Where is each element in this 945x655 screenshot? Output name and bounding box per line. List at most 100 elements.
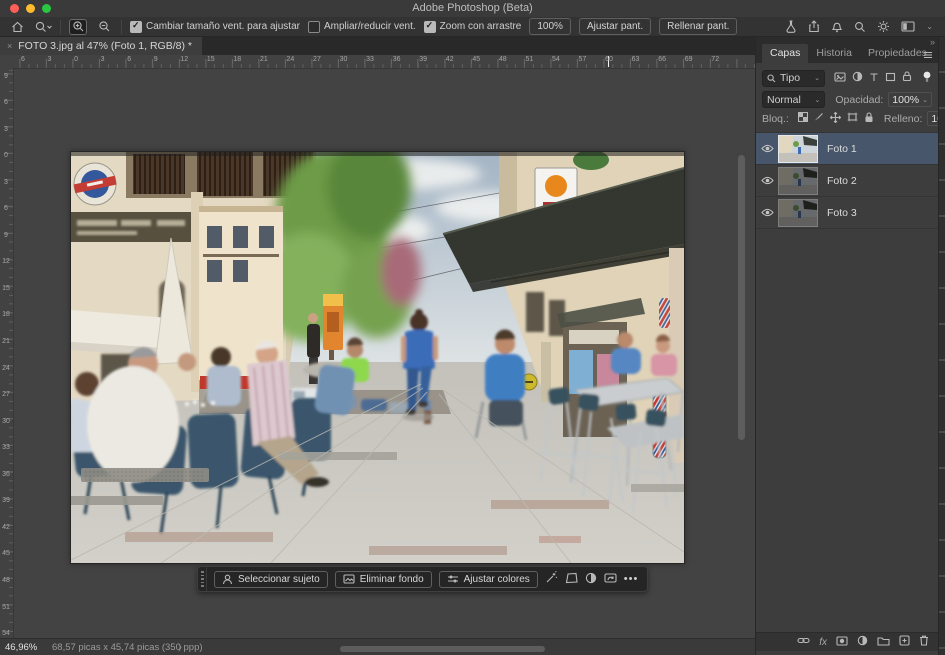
magic-wand-icon[interactable] <box>545 571 558 587</box>
layers-panel-footer: fx <box>756 632 938 651</box>
layer-row[interactable]: Foto 3 <box>756 197 938 229</box>
remove-background-label: Eliminar fondo <box>360 574 424 585</box>
filter-icons <box>834 71 912 85</box>
zoom-out-tool[interactable] <box>95 19 113 35</box>
more-options-icon[interactable]: ••• <box>624 573 639 585</box>
new-adjustment-layer-icon[interactable] <box>857 635 868 649</box>
add-mask-icon[interactable] <box>836 636 848 649</box>
chevron-down-icon: ⌄ <box>814 74 820 82</box>
home-icon[interactable] <box>8 19 26 35</box>
status-zoom-level[interactable]: 46,96% <box>5 642 37 653</box>
scrubby-zoom-checkbox[interactable]: Zoom con arrastre <box>424 21 522 33</box>
replace-image-icon[interactable] <box>604 572 617 587</box>
layer-thumbnail[interactable] <box>778 199 818 227</box>
search-icon <box>767 74 776 83</box>
divider <box>60 20 61 34</box>
layer-visibility-eye-icon[interactable] <box>756 176 778 185</box>
link-layers-icon[interactable] <box>797 636 810 648</box>
resize-window-checkbox[interactable]: Cambiar tamaño vent. para ajustar <box>130 21 300 33</box>
opacity-field[interactable]: 100% ⌄ <box>888 92 932 107</box>
options-bar: Cambiar tamaño vent. para ajustar Amplia… <box>0 17 945 37</box>
divider <box>121 20 122 34</box>
photo-canvas[interactable] <box>70 151 685 564</box>
panel-menu-icon[interactable] <box>923 50 933 62</box>
layer-visibility-eye-icon[interactable] <box>756 208 778 217</box>
layer-visibility-eye-icon[interactable] <box>756 144 778 153</box>
document-tab-title: FOTO 3.jpg al 47% (Foto 1, RGB/8) * <box>18 40 192 52</box>
document-tab-strip: × FOTO 3.jpg al 47% (Foto 1, RGB/8) * <box>0 37 755 55</box>
new-layer-icon[interactable] <box>899 635 910 649</box>
photoshop-window: Adobe Photoshop (Beta) Cambiar tamaño ve… <box>0 0 945 655</box>
opacity-value: 100% <box>892 94 919 106</box>
search-icon[interactable] <box>854 21 866 33</box>
discover-lightbulb-icon[interactable] <box>877 20 890 33</box>
canvas-workspace: 6303691215182124273033363942454851545760… <box>0 55 755 655</box>
tab-capas[interactable]: Capas <box>762 44 808 63</box>
filter-adjustment-layers-icon[interactable] <box>852 71 863 85</box>
lock-paint-icon[interactable] <box>814 112 824 125</box>
notifications-bell-icon[interactable] <box>831 20 843 33</box>
lock-artboard-icon[interactable] <box>847 112 858 125</box>
lock-position-icon[interactable] <box>830 112 841 126</box>
fit-screen-button[interactable]: Ajustar pant. <box>579 18 651 35</box>
adjustment-icon[interactable] <box>585 572 597 587</box>
adjust-colors-button[interactable]: Ajustar colores <box>439 571 538 588</box>
layer-thumbnail[interactable] <box>778 167 818 195</box>
lock-all-icon[interactable] <box>864 112 874 126</box>
zoom-in-tool[interactable] <box>69 19 87 35</box>
opacity-label: Opacidad: <box>835 94 883 106</box>
filter-shape-layers-icon[interactable] <box>885 72 896 85</box>
fill-screen-button[interactable]: Rellenar pant. <box>659 18 737 35</box>
zoom-100-button[interactable]: 100% <box>529 18 571 35</box>
document-tab[interactable]: × FOTO 3.jpg al 47% (Foto 1, RGB/8) * <box>0 37 202 55</box>
layers-list: Foto 1 Foto 2 <box>756 132 938 229</box>
ruler-vertical: 9630369121518212427303336394245485154 <box>0 68 14 638</box>
checkbox-box <box>130 21 142 33</box>
zoom-all-windows-checkbox[interactable]: Ampliar/reducir vent. <box>308 21 416 33</box>
blend-mode-dropdown[interactable]: Normal ⌄ <box>762 91 825 108</box>
layer-row[interactable]: Foto 2 <box>756 165 938 197</box>
collapsed-panel-dock[interactable] <box>938 37 945 655</box>
new-group-folder-icon[interactable] <box>877 636 890 649</box>
chevron-down-icon: ⌄ <box>922 96 928 104</box>
chevron-down-icon[interactable]: ⌄ <box>926 22 933 31</box>
layer-name[interactable]: Foto 2 <box>827 175 857 187</box>
close-tab-icon[interactable]: × <box>7 41 12 51</box>
layer-row[interactable]: Foto 1 <box>756 133 938 165</box>
person-icon <box>222 574 233 585</box>
layer-effects-icon[interactable]: fx <box>819 637 827 648</box>
layer-thumbnail[interactable] <box>778 135 818 163</box>
horizontal-scrollbar[interactable] <box>340 646 545 652</box>
vertical-scrollbar[interactable] <box>738 155 745 440</box>
delete-layer-trash-icon[interactable] <box>919 635 929 649</box>
lock-icons <box>798 112 874 126</box>
taskbar-drag-handle[interactable] <box>198 567 207 591</box>
select-subject-button[interactable]: Seleccionar sujeto <box>214 571 328 588</box>
filter-type-label: Tipo <box>780 72 800 84</box>
beta-flask-icon[interactable] <box>785 20 797 33</box>
tab-historia[interactable]: Historia <box>808 44 860 63</box>
filter-toggle[interactable] <box>922 71 932 86</box>
title-bar: Adobe Photoshop (Beta) <box>0 0 945 18</box>
transform-icon[interactable] <box>565 572 578 587</box>
search-tool-icon[interactable] <box>34 19 52 35</box>
filter-type-layers-icon[interactable] <box>869 72 879 85</box>
filter-smart-object-icon[interactable] <box>902 71 912 85</box>
ruler-horizontal: 6303691215182124273033363942454851545760… <box>13 55 755 69</box>
lock-label: Bloq.: <box>762 113 789 125</box>
status-chevron-icon[interactable]: 〉 <box>178 642 187 654</box>
filter-pixel-layers-icon[interactable] <box>834 72 846 85</box>
layer-filter-row: Tipo ⌄ <box>756 63 938 90</box>
layer-name[interactable]: Foto 3 <box>827 207 857 219</box>
panel-tab-bar: » Capas Historia Propiedades <box>756 37 938 63</box>
checkbox-label: Zoom con arrastre <box>440 21 522 32</box>
workspace-switcher-icon[interactable] <box>901 21 915 32</box>
ruler-origin-box[interactable] <box>0 55 14 69</box>
options-right-icons: ⌄ <box>785 20 937 33</box>
layer-name[interactable]: Foto 1 <box>827 143 857 155</box>
share-icon[interactable] <box>808 20 820 33</box>
checkbox-box <box>308 21 320 33</box>
remove-background-button[interactable]: Eliminar fondo <box>335 571 432 588</box>
filter-type-dropdown[interactable]: Tipo ⌄ <box>762 70 825 87</box>
lock-transparent-icon[interactable] <box>798 112 808 125</box>
